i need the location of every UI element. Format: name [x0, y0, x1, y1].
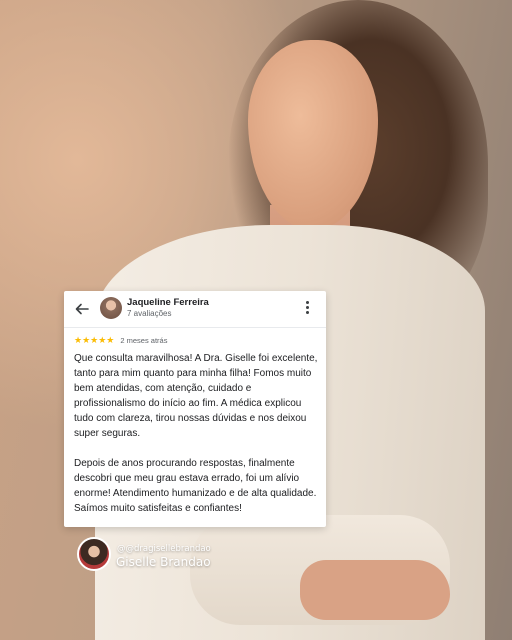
reviewer-review-count: 7 avaliações [127, 309, 172, 318]
profile-avatar [77, 537, 111, 571]
more-vertical-icon[interactable] [304, 301, 310, 317]
star-rating: ★★★★★ [74, 335, 115, 345]
review-paragraph: Depois de anos procurando respostas, fin… [74, 458, 317, 514]
review-text: Que consulta maravilhosa! A Dra. Giselle… [74, 351, 318, 531]
review-date: 2 meses atrás [120, 335, 168, 345]
photo-hand [300, 560, 450, 620]
review-card: Jaqueline Ferreira 7 avaliações ★★★★★ 2 … [64, 291, 326, 527]
profile-handle: @@dragisellebrandao [117, 544, 211, 554]
reviewer-name[interactable]: Jaqueline Ferreira [127, 297, 209, 308]
rating-row: ★★★★★ 2 meses atrás [74, 334, 167, 346]
review-header: Jaqueline Ferreira 7 avaliações [64, 291, 326, 327]
review-paragraph: Que consulta maravilhosa! A Dra. Giselle… [74, 353, 318, 439]
header-divider [64, 327, 326, 328]
reviewer-avatar[interactable] [100, 297, 122, 319]
arrow-left-icon[interactable] [74, 301, 90, 317]
profile-name: Giselle Brandao [116, 555, 211, 569]
